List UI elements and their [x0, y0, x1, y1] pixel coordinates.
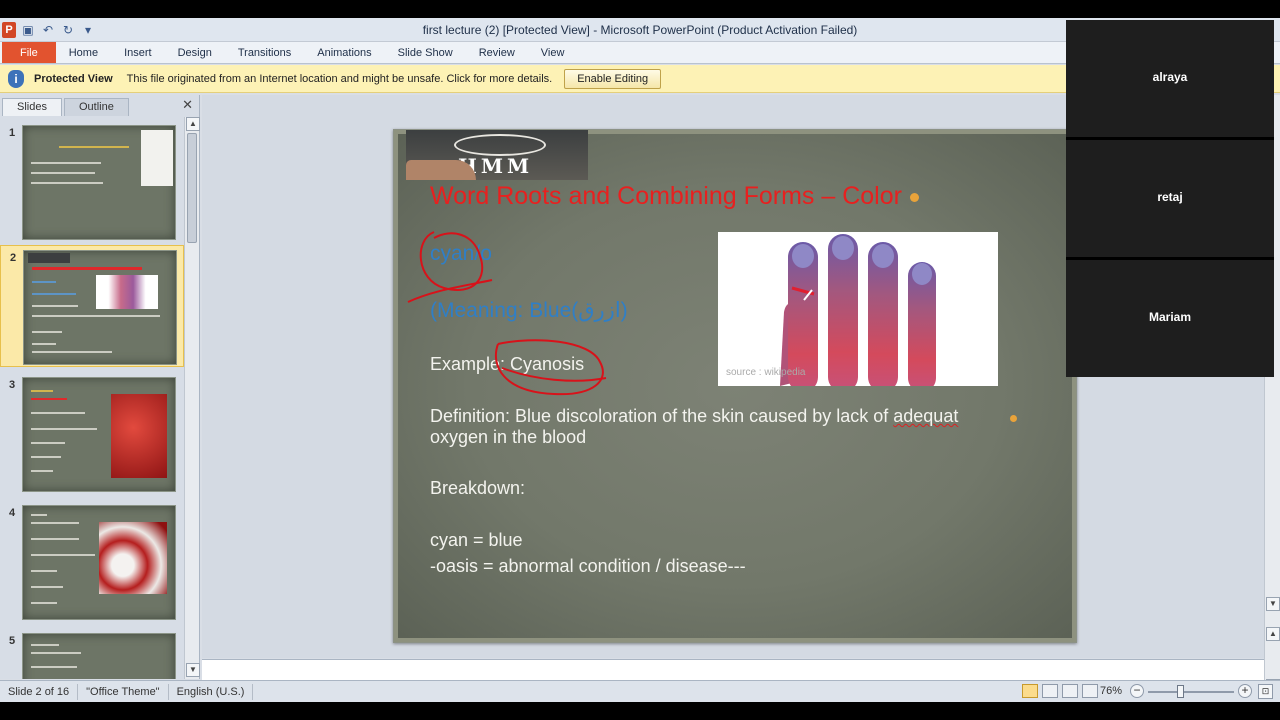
protected-view-title: Protected View — [34, 72, 113, 85]
current-slide[interactable]: HMM Word Roots and Combining Forms – Col… — [393, 129, 1077, 643]
thumbnail-number: 2 — [10, 252, 17, 264]
fit-to-window-icon[interactable]: ⊡ — [1258, 684, 1273, 699]
slide-show-icon[interactable] — [1082, 684, 1098, 698]
bullet-dot — [909, 192, 919, 202]
previous-slide-icon[interactable]: ▲ — [1266, 627, 1280, 641]
slide-thumbnail[interactable] — [22, 633, 176, 679]
definition-line-2[interactable]: oxygen in the blood — [430, 427, 586, 448]
tab-file[interactable]: File — [2, 42, 56, 63]
protected-view-message[interactable]: This file originated from an Internet lo… — [127, 73, 553, 85]
thumbnail-image — [111, 394, 167, 478]
thumbnail-row[interactable]: 5 — [0, 629, 184, 679]
tab-outline[interactable]: Outline — [63, 98, 129, 116]
normal-view-icon[interactable] — [1022, 684, 1038, 698]
photo-caption: source : wikipedia — [726, 367, 806, 378]
language-indicator[interactable]: English (U.S.) — [169, 683, 254, 700]
participant-tile[interactable]: retaj — [1066, 140, 1274, 257]
slide-thumbnail[interactable] — [22, 377, 176, 492]
theme-name: "Office Theme" — [78, 683, 169, 700]
scroll-down-icon[interactable]: ▼ — [186, 663, 200, 677]
example-line[interactable]: Example: Cyanosis — [430, 354, 584, 375]
pane-tabs: Slides Outline — [0, 98, 200, 116]
misspelled-word: adequat — [893, 406, 959, 426]
breakdown-item[interactable]: cyan = blue — [430, 530, 523, 551]
zoom-slider-knob[interactable] — [1177, 685, 1184, 698]
slide-counter: Slide 2 of 16 — [0, 683, 79, 700]
zoom-slider[interactable] — [1148, 691, 1234, 693]
enable-editing-button[interactable]: Enable Editing — [564, 68, 662, 89]
participant-name: Mariam — [1148, 310, 1192, 324]
thumbnail-row[interactable]: 2 — [0, 245, 184, 367]
thumbnail-number: 1 — [9, 127, 16, 139]
meeting-participants-panel: alraya retaj Mariam — [1066, 20, 1274, 377]
scrollbar-thumb[interactable] — [187, 133, 197, 243]
thumbnail-image — [99, 522, 167, 594]
tab-slide-show[interactable]: Slide Show — [385, 42, 466, 63]
tab-review[interactable]: Review — [466, 42, 528, 63]
thumbnail-number: 3 — [9, 379, 16, 391]
slide-thumbnails: 1 2 3 4 5 — [0, 117, 184, 679]
meaning-line[interactable]: (Meaning: Blue(ازرق) — [430, 298, 628, 323]
thumbnail-row[interactable]: 3 — [0, 373, 184, 495]
hand-illustration — [780, 234, 936, 386]
participant-tile[interactable]: alraya — [1066, 20, 1274, 137]
thumbnail-image — [141, 130, 173, 186]
bullet-dot — [1010, 415, 1017, 422]
scroll-up-icon[interactable]: ▲ — [186, 117, 200, 131]
zoom-out-icon[interactable]: − — [1130, 684, 1144, 698]
thumbnail-number: 5 — [9, 635, 16, 647]
tab-animations[interactable]: Animations — [304, 42, 384, 63]
thumbnail-row[interactable]: 1 — [0, 121, 184, 243]
thumbnail-row[interactable]: 4 — [0, 501, 184, 623]
hmm-logo: HMM — [406, 130, 588, 180]
thumbnail-number: 4 — [9, 507, 16, 519]
cyanosis-hand-photo[interactable]: source : wikipedia — [718, 232, 998, 386]
scroll-down-icon[interactable]: ▼ — [1266, 597, 1280, 611]
zoom-in-icon[interactable]: + — [1238, 684, 1252, 698]
tab-insert[interactable]: Insert — [111, 42, 165, 63]
slide-sorter-icon[interactable] — [1042, 684, 1058, 698]
tab-transitions[interactable]: Transitions — [225, 42, 304, 63]
breakdown-label[interactable]: Breakdown: — [430, 478, 525, 499]
status-bar: Slide 2 of 16 "Office Theme" English (U.… — [0, 680, 1280, 702]
thumbnail-image — [96, 275, 158, 309]
shield-icon: i — [8, 69, 24, 88]
zoom-level[interactable]: 76% — [1100, 685, 1122, 697]
tab-view[interactable]: View — [528, 42, 578, 63]
slides-pane: Slides Outline ✕ 1 2 3 4 5 ▲ ▼ — [0, 95, 200, 679]
slide-thumbnail[interactable] — [22, 125, 176, 240]
slide-thumbnail[interactable] — [22, 505, 176, 620]
participant-name: alraya — [1152, 70, 1188, 84]
root-term[interactable]: cyan/o — [430, 242, 492, 266]
participant-name: retaj — [1157, 190, 1183, 204]
participant-tile[interactable]: Mariam — [1066, 260, 1274, 377]
breakdown-item[interactable]: -oasis = abnormal condition / disease--- — [430, 556, 746, 577]
close-pane-icon[interactable]: ✕ — [182, 97, 193, 113]
tab-home[interactable]: Home — [56, 42, 111, 63]
slide-thumbnail[interactable] — [23, 250, 177, 365]
reading-view-icon[interactable] — [1062, 684, 1078, 698]
view-buttons — [1022, 684, 1098, 698]
tab-slides[interactable]: Slides — [2, 98, 62, 116]
definition-line[interactable]: Definition: Blue discoloration of the sk… — [430, 406, 958, 427]
thumbnails-scrollbar[interactable]: ▲ ▼ — [184, 117, 200, 679]
tab-design[interactable]: Design — [165, 42, 225, 63]
slide-title[interactable]: Word Roots and Combining Forms – Color — [430, 182, 919, 211]
